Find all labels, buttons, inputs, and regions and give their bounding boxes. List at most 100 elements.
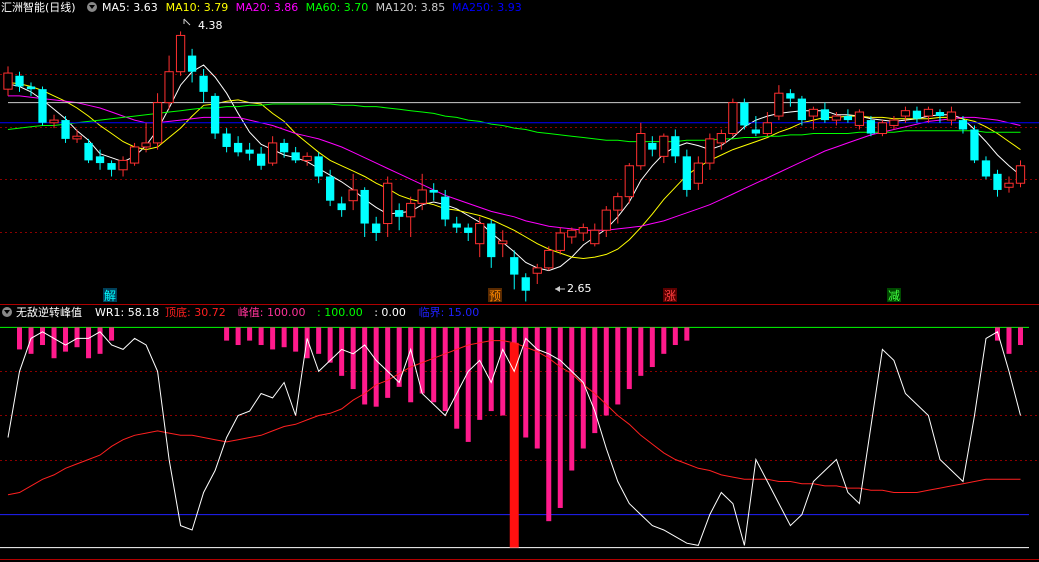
candle-body bbox=[348, 189, 358, 202]
peak-bar bbox=[270, 327, 276, 350]
peak-bar bbox=[74, 327, 80, 348]
candle bbox=[383, 176, 393, 237]
candle-body bbox=[532, 267, 542, 274]
candle bbox=[84, 138, 93, 164]
upper-collapse-icon[interactable] bbox=[87, 2, 97, 12]
candle-body bbox=[475, 223, 485, 245]
candle-body bbox=[452, 223, 461, 228]
candle bbox=[774, 85, 784, 121]
candle bbox=[854, 109, 865, 130]
candle-body bbox=[1015, 165, 1026, 184]
peak-bar bbox=[626, 327, 632, 390]
peak-bar bbox=[385, 327, 391, 398]
high-annotation: 4.38 bbox=[183, 18, 223, 32]
peak-bar bbox=[431, 327, 437, 403]
peak-bar bbox=[235, 327, 241, 346]
candle bbox=[441, 189, 450, 227]
peak-bar bbox=[649, 327, 655, 368]
lower-header: 无敌逆转峰值 WR1: 58.18 顶底: 30.72 峰值: 100.00: 10… bbox=[2, 305, 479, 319]
peak-bar bbox=[638, 327, 644, 376]
candle bbox=[452, 216, 461, 233]
candle-body bbox=[843, 116, 853, 121]
candle bbox=[808, 106, 819, 130]
candle-body bbox=[740, 102, 749, 126]
peak-bar bbox=[350, 327, 356, 390]
candle-body bbox=[141, 142, 151, 148]
candle bbox=[245, 142, 254, 161]
candle-body bbox=[751, 129, 761, 134]
candle-body bbox=[728, 102, 738, 135]
candle-body bbox=[84, 142, 93, 161]
candle-body bbox=[578, 227, 588, 234]
peak-bar bbox=[293, 327, 299, 352]
candle bbox=[728, 98, 738, 137]
peak-bar bbox=[442, 327, 448, 412]
candle bbox=[187, 48, 197, 83]
candle bbox=[671, 129, 680, 164]
candle-body bbox=[613, 196, 623, 211]
candle-body bbox=[256, 153, 266, 166]
candle bbox=[970, 125, 979, 164]
candle-body bbox=[555, 232, 565, 251]
candle-body bbox=[693, 162, 703, 184]
lower-collapse-icon[interactable] bbox=[2, 307, 12, 317]
candle bbox=[175, 31, 186, 76]
candle-body bbox=[129, 146, 140, 164]
candle bbox=[38, 86, 47, 126]
candle-body bbox=[337, 203, 346, 211]
candle bbox=[72, 129, 82, 143]
peak-bar bbox=[17, 327, 23, 350]
low-annotation: 2.65 bbox=[555, 282, 592, 295]
bottom-signal-bar bbox=[509, 342, 519, 548]
candle bbox=[601, 206, 611, 237]
candle bbox=[521, 273, 530, 302]
peak-bar bbox=[419, 327, 425, 394]
candle bbox=[923, 106, 934, 123]
peak-bar bbox=[661, 327, 667, 354]
candle bbox=[314, 152, 323, 184]
indicator-legend: WR1: 58.18 顶底: 30.72 峰值: 100.00: 100.00: 0… bbox=[95, 305, 479, 319]
candle-body bbox=[245, 149, 254, 154]
candle-body bbox=[38, 89, 47, 123]
candle bbox=[1004, 176, 1014, 193]
signal-jian: 减 bbox=[888, 289, 900, 303]
candle-body bbox=[797, 98, 807, 121]
peak-bar bbox=[557, 327, 563, 508]
candle bbox=[291, 146, 300, 164]
candles bbox=[3, 31, 1026, 302]
candle bbox=[993, 169, 1002, 197]
candle-body bbox=[923, 108, 934, 117]
candle bbox=[590, 223, 600, 247]
candle bbox=[981, 156, 991, 180]
candle-body bbox=[854, 111, 865, 126]
candle-body bbox=[15, 75, 24, 87]
ma-legend-item-2: MA20: 3.86 bbox=[236, 1, 299, 14]
candle bbox=[49, 114, 59, 129]
candle-body bbox=[383, 182, 393, 225]
candle-body bbox=[107, 163, 116, 170]
candle-body bbox=[935, 112, 945, 117]
upper-grid bbox=[0, 74, 1039, 233]
peak-bar bbox=[546, 327, 552, 522]
candle bbox=[3, 66, 13, 96]
peak-bar bbox=[86, 327, 92, 359]
candle-body bbox=[61, 120, 70, 139]
peak-bar bbox=[316, 327, 322, 354]
candle bbox=[61, 116, 70, 143]
candle-body bbox=[187, 55, 197, 72]
peak-bar bbox=[258, 327, 264, 346]
candle-body bbox=[762, 122, 773, 135]
candle-body bbox=[3, 72, 13, 90]
stock-title: 汇洲智能(日线) bbox=[1, 0, 76, 14]
candle-body bbox=[26, 86, 36, 90]
candle bbox=[636, 122, 646, 170]
candle-body bbox=[866, 120, 876, 134]
candle-body bbox=[912, 110, 922, 119]
candle-body bbox=[49, 119, 59, 124]
candle bbox=[544, 246, 554, 271]
peak-bar bbox=[327, 327, 333, 363]
peak-bar bbox=[247, 327, 253, 341]
candle bbox=[326, 169, 335, 207]
peak-bar bbox=[408, 327, 414, 403]
indicator-legend-item-3: : 100.00 bbox=[317, 306, 363, 319]
